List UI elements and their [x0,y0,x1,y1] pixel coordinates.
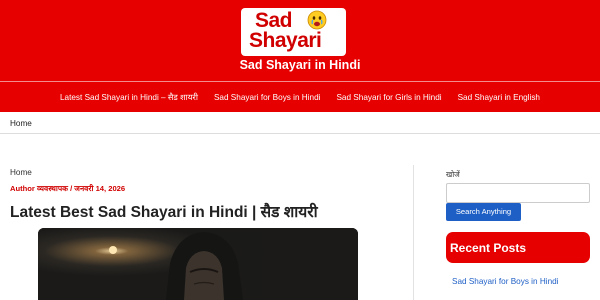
logo-word-shayari: Shayari [249,29,322,52]
site-header: Sad Shayari Sad Shayari in Hindi Latest … [0,0,600,112]
search-label: खोजें [446,170,460,179]
recent-posts-title: Recent Posts [450,241,527,255]
recent-post-link[interactable]: Sad Shayari for Boys in Hindi [452,277,559,286]
sidebar-divider [413,165,414,300]
search-input[interactable] [446,183,590,203]
featured-image [38,228,358,300]
nav-item-latest-sad-shayari[interactable]: Latest Sad Shayari in Hindi – सैड शायरी [60,92,198,103]
search-button[interactable]: Search Anything [446,203,521,221]
nav-item-sad-shayari-english[interactable]: Sad Shayari in English [458,93,540,102]
page-title: Latest Best Sad Shayari in Hindi | सैड श… [10,204,318,221]
breadcrumb-home-link[interactable]: Home [10,119,32,128]
logo-word-sad: Sad [255,9,293,32]
post-meta: Author व्यवस्थापक / जनवरी 14, 2026 [10,184,126,193]
site-tagline[interactable]: Sad Shayari in Hindi [0,58,600,72]
hooded-man-photo [38,228,358,300]
nav-item-sad-shayari-girls[interactable]: Sad Shayari for Girls in Hindi [336,93,441,102]
nav-item-sad-shayari-boys[interactable]: Sad Shayari for Boys in Hindi [214,93,321,102]
crying-face-icon [307,10,327,30]
recent-posts-header: Recent Posts [446,232,590,263]
article-breadcrumb-home[interactable]: Home [10,168,32,177]
main-nav: Latest Sad Shayari in Hindi – सैड शायरी … [0,82,600,112]
breadcrumb-bar: Home [0,112,600,134]
site-logo[interactable]: Sad Shayari [241,8,346,56]
